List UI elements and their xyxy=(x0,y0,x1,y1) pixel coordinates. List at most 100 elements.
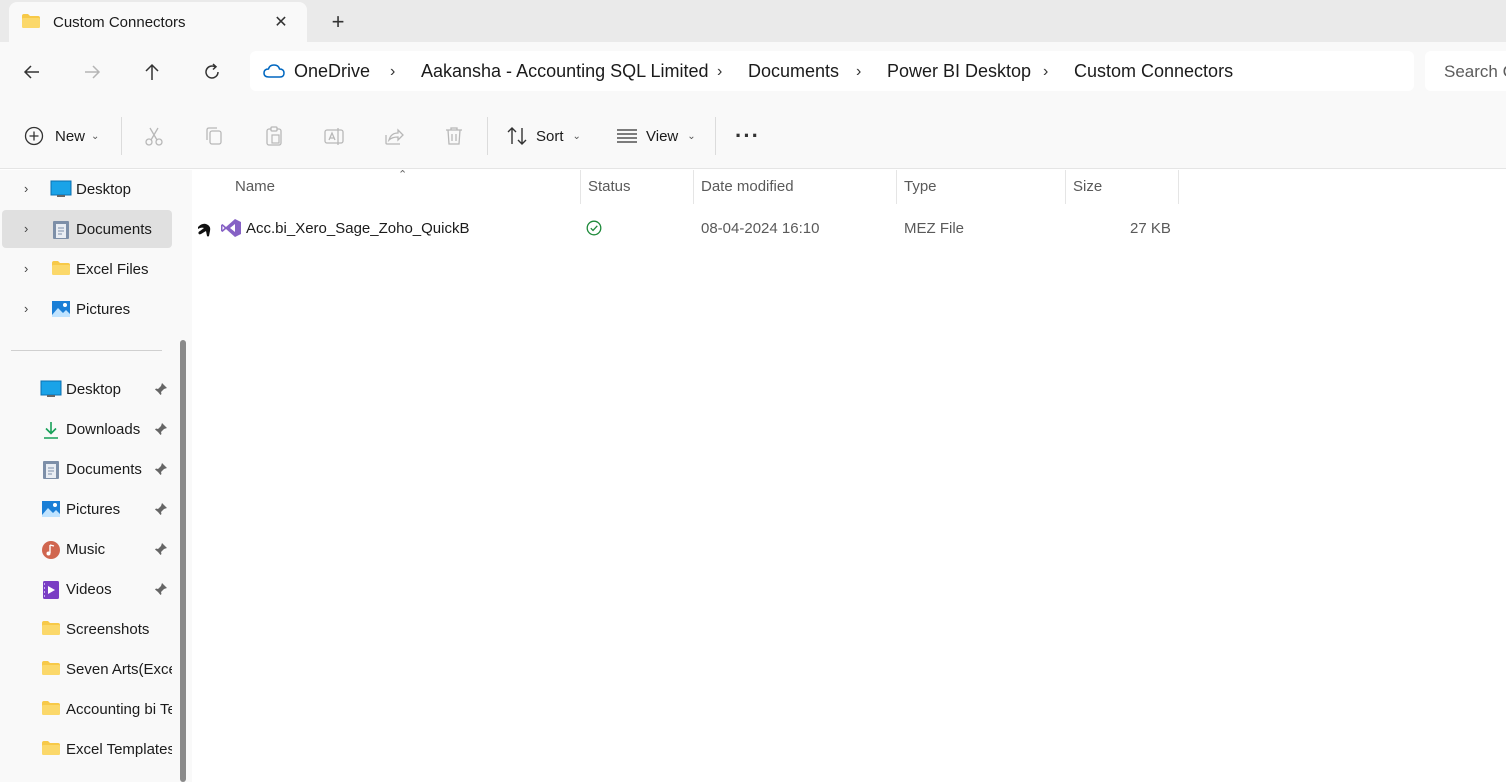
chevron-right-icon[interactable]: › xyxy=(24,221,28,236)
file-name: Acc.bi_Xero_Sage_Zoho_QuickB xyxy=(246,220,470,237)
column-divider[interactable] xyxy=(1065,170,1066,204)
column-header-status[interactable]: Status xyxy=(588,178,631,195)
more-options-button[interactable]: ··· xyxy=(735,123,760,149)
sort-icon xyxy=(507,127,527,145)
column-header-size[interactable]: Size xyxy=(1073,178,1102,195)
chevron-right-icon[interactable]: › xyxy=(24,301,28,316)
quick-access-label: Pictures xyxy=(66,501,121,518)
quick-access-excel-templates[interactable]: Excel Templates xyxy=(2,730,172,768)
column-divider[interactable] xyxy=(580,170,581,204)
chevron-right-icon[interactable]: › xyxy=(856,63,861,81)
breadcrumb-aakansha[interactable]: Aakansha - Accounting SQL Limited xyxy=(421,61,709,82)
file-date-modified: 08-04-2024 16:10 xyxy=(701,220,820,237)
column-divider[interactable] xyxy=(693,170,694,204)
new-tab-button[interactable]: + xyxy=(326,9,350,34)
quick-access-screenshots[interactable]: Screenshots xyxy=(2,610,172,648)
tree-item-excel-files[interactable]: › Excel Files xyxy=(2,250,172,288)
breadcrumb-onedrive[interactable]: OneDrive xyxy=(294,61,370,82)
file-list: ⌃ Name Status Date modified Type Size Ac… xyxy=(192,169,1506,782)
column-header-type[interactable]: Type xyxy=(904,178,937,195)
arrow-right-icon xyxy=(85,65,101,79)
tab-custom-connectors[interactable]: Custom Connectors ✕ xyxy=(9,2,307,42)
pin-icon xyxy=(154,422,168,441)
navigation-bar: OneDrive › Aakansha - Accounting SQL Lim… xyxy=(0,42,1506,101)
sidebar-scrollbar-thumb[interactable] xyxy=(180,340,186,782)
chevron-right-icon[interactable]: › xyxy=(24,261,28,276)
column-header-date-modified[interactable]: Date modified xyxy=(701,178,794,195)
address-bar[interactable]: OneDrive › Aakansha - Accounting SQL Lim… xyxy=(250,51,1414,91)
column-divider[interactable] xyxy=(896,170,897,204)
chevron-right-icon[interactable]: › xyxy=(717,63,722,81)
paste-button[interactable] xyxy=(263,123,285,149)
chevron-right-icon[interactable]: › xyxy=(1043,63,1048,81)
pin-icon xyxy=(154,462,168,481)
tree-item-desktop[interactable]: › Desktop xyxy=(2,170,172,208)
folder-icon xyxy=(51,260,71,281)
search-input[interactable]: Search C xyxy=(1425,51,1506,91)
quick-access-pictures[interactable]: Pictures xyxy=(2,490,172,528)
pictures-icon xyxy=(41,500,61,523)
pin-icon xyxy=(154,542,168,561)
arrow-left-icon xyxy=(23,65,39,79)
refresh-button[interactable] xyxy=(199,59,225,85)
clipboard-icon xyxy=(266,126,282,146)
rename-button[interactable] xyxy=(323,123,345,149)
quick-access-label: Videos xyxy=(66,581,112,598)
cut-button[interactable] xyxy=(143,123,165,149)
scissors-icon xyxy=(145,127,163,146)
view-label: View xyxy=(646,127,679,145)
column-divider[interactable] xyxy=(1178,170,1179,204)
trash-icon xyxy=(446,127,462,145)
column-header-name[interactable]: Name xyxy=(235,178,275,195)
quick-access-label: Desktop xyxy=(66,381,122,398)
share-button[interactable] xyxy=(383,123,405,149)
forward-button[interactable] xyxy=(79,59,105,85)
quick-access-seven-arts[interactable]: Seven Arts(Excel xyxy=(2,650,172,688)
tree-item-pictures[interactable]: › Pictures xyxy=(2,290,172,328)
pin-icon xyxy=(154,582,168,601)
breadcrumb-power-bi-desktop[interactable]: Power BI Desktop xyxy=(887,61,1031,82)
cursor-arrow-icon xyxy=(195,217,215,244)
command-bar: New ⌄ Sort ⌄ View ⌄ ··· xyxy=(0,101,1506,169)
quick-access-downloads[interactable]: Downloads xyxy=(2,410,172,448)
refresh-icon xyxy=(205,63,219,79)
delete-button[interactable] xyxy=(443,123,465,149)
rename-icon xyxy=(324,128,344,145)
pictures-icon xyxy=(51,300,71,323)
tab-bar: Custom Connectors ✕ + xyxy=(0,0,1506,42)
tree-item-label: Pictures xyxy=(76,301,131,318)
view-list-icon xyxy=(617,129,637,143)
chevron-right-icon[interactable]: › xyxy=(390,63,395,81)
toolbar-divider xyxy=(715,117,716,155)
share-icon xyxy=(385,128,404,145)
breadcrumb-documents[interactable]: Documents xyxy=(748,61,839,82)
close-icon[interactable]: ✕ xyxy=(271,12,291,32)
sort-button[interactable]: Sort ⌄ xyxy=(506,123,581,149)
quick-access-label: Seven Arts(Excel xyxy=(66,661,172,678)
quick-access-label: Excel Templates xyxy=(66,741,172,758)
download-icon xyxy=(41,420,61,445)
documents-icon xyxy=(52,220,70,245)
breadcrumb-custom-connectors[interactable]: Custom Connectors xyxy=(1074,61,1233,82)
chevron-right-icon[interactable]: › xyxy=(24,181,28,196)
toolbar-divider xyxy=(121,117,122,155)
quick-access-desktop[interactable]: Desktop xyxy=(2,370,172,408)
quick-access-documents[interactable]: Documents xyxy=(2,450,172,488)
quick-access-accounting-bi[interactable]: Accounting bi Te xyxy=(2,690,172,728)
tab-title: Custom Connectors xyxy=(53,14,186,31)
music-icon xyxy=(41,540,61,565)
copy-button[interactable] xyxy=(203,123,225,149)
file-row[interactable]: Acc.bi_Xero_Sage_Zoho_QuickB 08-04-2024 … xyxy=(192,210,1182,246)
toolbar-divider xyxy=(487,117,488,155)
up-button[interactable] xyxy=(139,59,165,85)
quick-access-videos[interactable]: Videos xyxy=(2,570,172,608)
quick-access-music[interactable]: Music xyxy=(2,530,172,568)
back-button[interactable] xyxy=(19,59,45,85)
documents-icon xyxy=(42,460,60,485)
quick-access-label: Screenshots xyxy=(66,621,150,638)
new-button[interactable]: New ⌄ xyxy=(24,123,99,149)
quick-access-label: Accounting bi Te xyxy=(66,701,172,718)
tree-item-documents[interactable]: › Documents xyxy=(2,210,172,248)
view-button[interactable]: View ⌄ xyxy=(616,123,696,149)
sidebar-divider xyxy=(11,350,162,351)
